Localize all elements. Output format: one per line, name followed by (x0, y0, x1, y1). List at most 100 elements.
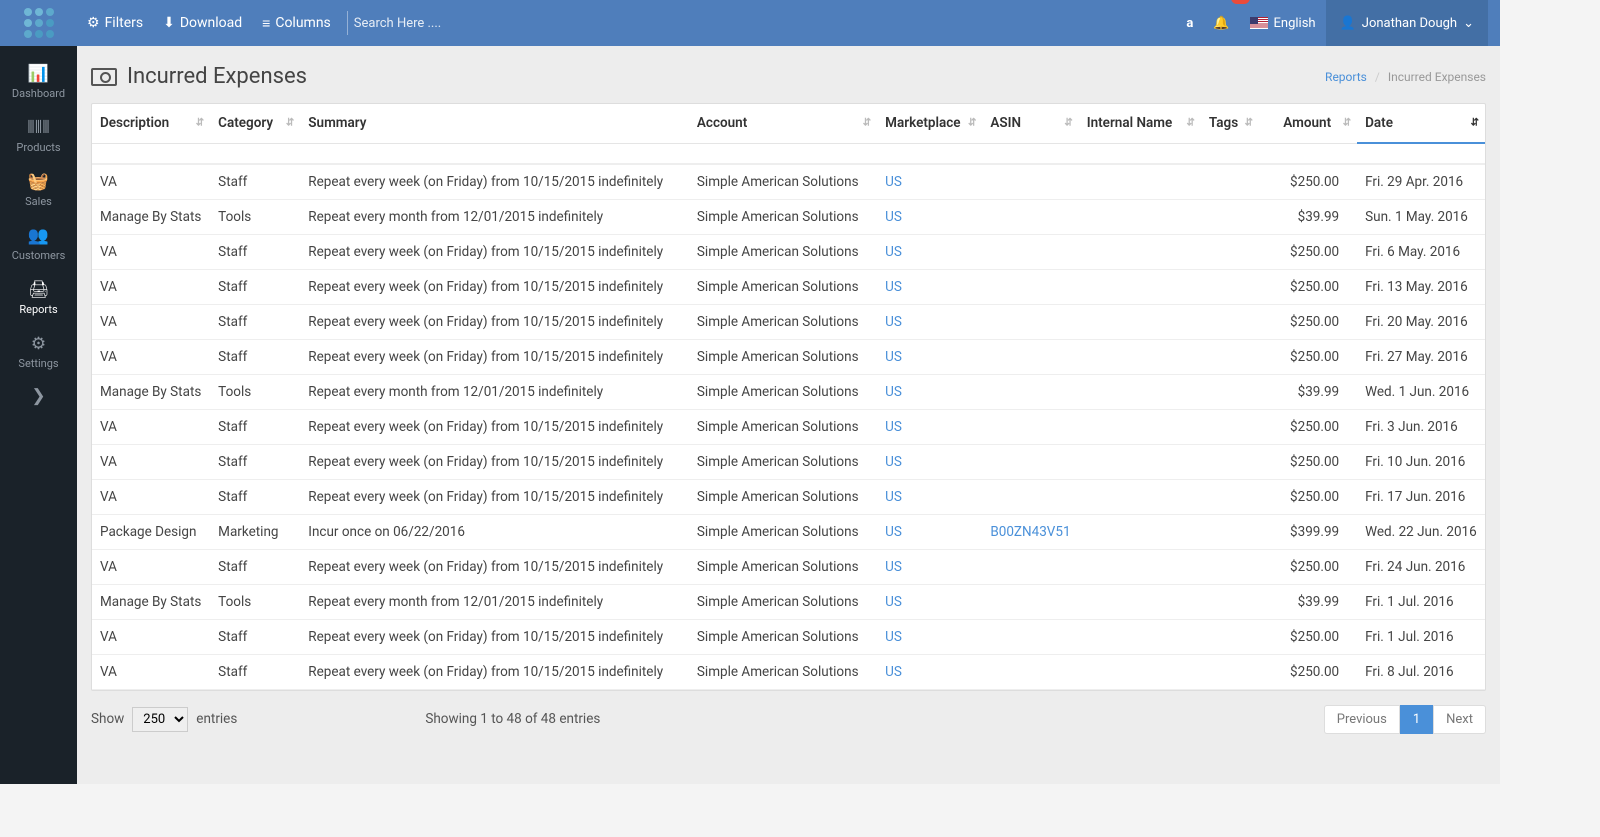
column-amount[interactable]: Amount⇵ (1259, 104, 1357, 143)
sidebar-item-products[interactable]: ⦀⦀⦀ Products (0, 110, 77, 164)
table-row[interactable]: VAStaffRepeat every week (on Friday) fro… (92, 234, 1485, 269)
marketplace-link[interactable]: US (885, 454, 902, 470)
cell-description: VA (92, 164, 210, 199)
cell-account: Simple American Solutions (689, 409, 877, 444)
sidebar-expand[interactable]: ❯ (0, 380, 77, 415)
filters-button[interactable]: ⚙ Filters (77, 0, 153, 46)
pager-prev[interactable]: Previous (1324, 705, 1400, 734)
column-marketplace[interactable]: Marketplace⇵ (877, 104, 982, 143)
sidebar-label: Sales (25, 195, 52, 208)
cell-tags (1201, 234, 1259, 269)
marketplace-link[interactable]: US (885, 209, 902, 225)
sidebar-item-reports[interactable]: 🖨 Reports (0, 272, 77, 326)
cell-account: Simple American Solutions (689, 234, 877, 269)
table-row[interactable]: VAStaffRepeat every week (on Friday) fro… (92, 549, 1485, 584)
cell-category: Staff (210, 304, 300, 339)
sidebar-label: Customers (12, 249, 66, 262)
cell-marketplace: US (877, 164, 982, 199)
marketplace-link[interactable]: US (885, 524, 902, 540)
cell-category: Staff (210, 654, 300, 689)
column-internal-name[interactable]: Internal Name⇵ (1079, 104, 1201, 143)
language-switcher[interactable]: English (1240, 0, 1326, 46)
sidebar-item-customers[interactable]: 👥 Customers (0, 218, 77, 272)
marketplace-link[interactable]: US (885, 594, 902, 610)
sort-icon: ⇵ (968, 120, 976, 127)
cell-description: VA (92, 269, 210, 304)
sidebar-label: Products (16, 141, 60, 154)
marketplace-link[interactable]: US (885, 174, 902, 190)
search-input[interactable] (354, 16, 534, 31)
barcode-icon: ⦀⦀⦀ (0, 118, 77, 138)
column-tags[interactable]: Tags⇵ (1201, 104, 1259, 143)
marketplace-link[interactable]: US (885, 349, 902, 365)
basket-icon: 🧺 (0, 172, 77, 192)
table-row[interactable]: VAStaffRepeat every week (on Friday) fro… (92, 479, 1485, 514)
cell-date: Fri. 13 May. 2016 (1357, 269, 1485, 304)
table-row[interactable]: VAStaffRepeat every week (on Friday) fro… (92, 444, 1485, 479)
amazon-link[interactable]: a (1176, 0, 1203, 46)
cell-internal-name (1079, 514, 1201, 549)
showing-text: Showing 1 to 48 of 48 entries (425, 711, 600, 727)
marketplace-link[interactable]: US (885, 489, 902, 505)
marketplace-link[interactable]: US (885, 664, 902, 680)
cell-amount: $39.99 (1259, 199, 1357, 234)
breadcrumb-reports[interactable]: Reports (1325, 70, 1367, 84)
cell-account: Simple American Solutions (689, 339, 877, 374)
download-button[interactable]: ⬇ Download (153, 0, 252, 46)
table-row[interactable]: VAStaffRepeat every week (on Friday) fro… (92, 164, 1485, 199)
column-category[interactable]: Category⇵ (210, 104, 300, 143)
cell-marketplace: US (877, 269, 982, 304)
column-account[interactable]: Account⇵ (689, 104, 877, 143)
cell-tags (1201, 339, 1259, 374)
notifications-button[interactable]: 🔔 9+ (1203, 0, 1239, 46)
cell-date: Sun. 1 May. 2016 (1357, 199, 1485, 234)
sort-icon: ⇵ (1064, 120, 1072, 127)
table-row-partial[interactable]: ......... (92, 143, 1485, 164)
cell-asin (982, 479, 1078, 514)
table-row[interactable]: Manage By StatsToolsRepeat every month f… (92, 584, 1485, 619)
marketplace-link[interactable]: US (885, 559, 902, 575)
marketplace-link[interactable]: US (885, 384, 902, 400)
pager-page-1[interactable]: 1 (1400, 705, 1433, 734)
marketplace-link[interactable]: US (885, 419, 902, 435)
user-menu[interactable]: 👤 Jonathan Dough ⌄ (1326, 0, 1488, 46)
cell-internal-name (1079, 374, 1201, 409)
cell-date: Fri. 1 Jul. 2016 (1357, 619, 1485, 654)
expenses-table: Description⇵ Category⇵ Summary Account⇵ … (91, 103, 1486, 691)
page-size-select[interactable]: 250 (132, 707, 188, 732)
marketplace-link[interactable]: US (885, 314, 902, 330)
marketplace-link[interactable]: US (885, 279, 902, 295)
sidebar-item-dashboard[interactable]: 📊 Dashboard (0, 56, 77, 110)
pager-next[interactable]: Next (1433, 705, 1486, 734)
table-row[interactable]: VAStaffRepeat every week (on Friday) fro… (92, 304, 1485, 339)
chevron-right-icon: ❯ (0, 386, 77, 406)
cell-marketplace: US (877, 374, 982, 409)
cell-internal-name (1079, 304, 1201, 339)
table-row[interactable]: Package DesignMarketingIncur once on 06/… (92, 514, 1485, 549)
sidebar-item-settings[interactable]: ⚙ Settings (0, 326, 77, 380)
cell-marketplace: US (877, 584, 982, 619)
table-row[interactable]: VAStaffRepeat every week (on Friday) fro… (92, 269, 1485, 304)
column-description[interactable]: Description⇵ (92, 104, 210, 143)
column-summary[interactable]: Summary (300, 104, 689, 143)
cell-internal-name (1079, 409, 1201, 444)
column-asin[interactable]: ASIN⇵ (982, 104, 1078, 143)
cell-tags (1201, 584, 1259, 619)
table-row[interactable]: VAStaffRepeat every week (on Friday) fro… (92, 619, 1485, 654)
cell-date: Fri. 10 Jun. 2016 (1357, 444, 1485, 479)
app-logo[interactable] (0, 0, 77, 46)
cell-internal-name (1079, 584, 1201, 619)
marketplace-link[interactable]: US (885, 244, 902, 260)
table-row[interactable]: Manage By StatsToolsRepeat every month f… (92, 199, 1485, 234)
marketplace-link[interactable]: US (885, 629, 902, 645)
columns-button[interactable]: ≡ Columns (252, 0, 341, 46)
table-row[interactable]: VAStaffRepeat every week (on Friday) fro… (92, 654, 1485, 689)
column-date[interactable]: Date⇵ (1357, 104, 1485, 143)
sidebar-item-sales[interactable]: 🧺 Sales (0, 164, 77, 218)
cell-asin (982, 164, 1078, 199)
table-row[interactable]: VAStaffRepeat every week (on Friday) fro… (92, 339, 1485, 374)
cell-amount: $39.99 (1259, 584, 1357, 619)
table-row[interactable]: VAStaffRepeat every week (on Friday) fro… (92, 409, 1485, 444)
table-row[interactable]: Manage By StatsToolsRepeat every month f… (92, 374, 1485, 409)
cell-date: Wed. 1 Jun. 2016 (1357, 374, 1485, 409)
